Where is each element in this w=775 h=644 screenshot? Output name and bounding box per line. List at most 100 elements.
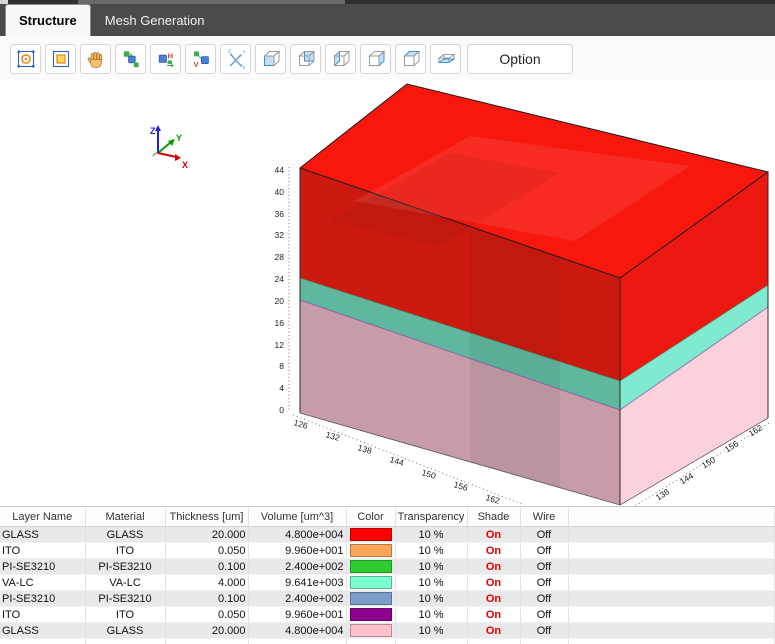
col-header-material[interactable]: Material [85, 507, 165, 527]
z-axis-ticks: 44 40 36 32 28 24 20 16 12 8 4 0 [275, 165, 285, 415]
layer-name-cell: ITO [0, 543, 85, 559]
table-row[interactable]: PI-SE3210 PI-SE3210 0.100 2.400e+002 10 … [0, 559, 775, 575]
table-row[interactable]: VA-LC VA-LC 4.000 9.641e+003 10 % On Off [0, 575, 775, 591]
color-swatch[interactable] [350, 560, 392, 573]
material-cell: GLASS [85, 623, 165, 639]
wire-cell[interactable]: Off [520, 607, 568, 623]
table-row[interactable]: ITO ITO 0.050 9.960e+001 10 % On Off [0, 607, 775, 623]
transparency-cell[interactable]: 10 % [395, 575, 467, 591]
x-axis-label: X [182, 160, 188, 170]
orientation-triad: Z Y X [150, 125, 188, 170]
toolbar: H V Z Y X [0, 36, 775, 81]
table-row[interactable]: GLASS GLASS 20.000 4.800e+004 10 % On Of… [0, 623, 775, 639]
wire-cell[interactable]: Off [520, 527, 568, 543]
option-button[interactable]: Option [467, 44, 573, 74]
fit-view-button[interactable] [10, 44, 41, 74]
transparency-cell[interactable]: 10 % [395, 607, 467, 623]
svg-text:150: 150 [421, 467, 438, 481]
table-row[interactable]: GLASS GLASS 20.000 4.800e+004 10 % On Of… [0, 527, 775, 543]
transparency-cell[interactable]: 10 % [395, 623, 467, 639]
svg-text:40: 40 [275, 187, 285, 197]
layer-name-cell: PI-SE3210 [0, 559, 85, 575]
color-swatch[interactable] [350, 624, 392, 637]
color-cell[interactable] [346, 543, 395, 559]
view-right-cube-button[interactable] [360, 44, 391, 74]
svg-text:28: 28 [275, 252, 285, 262]
color-swatch[interactable] [350, 544, 392, 557]
color-swatch[interactable] [350, 528, 392, 541]
zoom-window-icon [50, 48, 72, 70]
svg-text:138: 138 [654, 486, 672, 502]
pan-button[interactable] [80, 44, 111, 74]
material-cell: GLASS [85, 527, 165, 543]
material-cell: VA-LC [85, 575, 165, 591]
transparency-cell[interactable]: 10 % [395, 591, 467, 607]
color-cell[interactable] [346, 607, 395, 623]
transparency-cell[interactable]: 10 % [395, 559, 467, 575]
table-empty-row [0, 639, 775, 644]
color-cell[interactable] [346, 559, 395, 575]
tab-mesh-generation[interactable]: Mesh Generation [91, 4, 219, 36]
col-header-layer-name[interactable]: Layer Name [0, 507, 85, 527]
material-cell: ITO [85, 607, 165, 623]
volume-cell: 9.641e+003 [248, 575, 346, 591]
color-swatch[interactable] [350, 592, 392, 605]
view-left-cube-icon [330, 48, 352, 70]
color-cell[interactable] [346, 575, 395, 591]
wire-cell[interactable]: Off [520, 559, 568, 575]
svg-text:138: 138 [357, 442, 374, 456]
shade-cell[interactable]: On [467, 527, 520, 543]
zoom-window-button[interactable] [45, 44, 76, 74]
view-top-cube-button[interactable] [395, 44, 426, 74]
col-header-wire[interactable]: Wire [520, 507, 568, 527]
structure-viewport[interactable]: 44 40 36 32 28 24 20 16 12 8 4 0 126 132… [0, 81, 775, 506]
transparency-cell[interactable]: 10 % [395, 527, 467, 543]
shade-cell[interactable]: On [467, 607, 520, 623]
view-left-cube-button[interactable] [325, 44, 356, 74]
wire-cell[interactable]: Off [520, 575, 568, 591]
col-header-color[interactable]: Color [346, 507, 395, 527]
color-cell[interactable] [346, 623, 395, 639]
color-cell[interactable] [346, 527, 395, 543]
table-row[interactable]: PI-SE3210 PI-SE3210 0.100 2.400e+002 10 … [0, 591, 775, 607]
svg-text:0: 0 [279, 405, 284, 415]
rotate-vertical-icon: V [190, 48, 212, 70]
shade-cell[interactable]: On [467, 559, 520, 575]
col-header-transparency[interactable]: Transparency [395, 507, 467, 527]
svg-text:32: 32 [275, 230, 285, 240]
pan-icon [85, 48, 107, 70]
svg-text:4: 4 [279, 383, 284, 393]
rotate-horizontal-icon: H [155, 48, 177, 70]
rotate-horizontal-button[interactable]: H [150, 44, 181, 74]
wire-cell[interactable]: Off [520, 591, 568, 607]
volume-cell: 4.800e+004 [248, 527, 346, 543]
color-swatch[interactable] [350, 576, 392, 589]
tab-structure[interactable]: Structure [5, 4, 91, 36]
axis-view-button[interactable]: Z Y X [220, 44, 251, 74]
y-axis-label: Y [176, 133, 182, 143]
view-front-cube-button[interactable] [255, 44, 286, 74]
table-header-row: Layer Name Material Thickness [um] Volum… [0, 507, 775, 527]
rotate-view-button[interactable] [115, 44, 146, 74]
view-bottom-cube-button[interactable] [430, 44, 461, 74]
shade-cell[interactable]: On [467, 575, 520, 591]
view-back-cube-button[interactable] [290, 44, 321, 74]
z-axis-label: Z [150, 126, 156, 136]
wire-cell[interactable]: Off [520, 543, 568, 559]
svg-text:16: 16 [275, 318, 285, 328]
color-cell[interactable] [346, 591, 395, 607]
shade-cell[interactable]: On [467, 591, 520, 607]
color-swatch[interactable] [350, 608, 392, 621]
rotate-vertical-button[interactable]: V [185, 44, 216, 74]
col-header-thickness[interactable]: Thickness [um] [165, 507, 248, 527]
shade-cell[interactable]: On [467, 543, 520, 559]
col-header-shade[interactable]: Shade [467, 507, 520, 527]
app-window: { "window": { "tabs": [ {"label": "Struc… [0, 0, 775, 643]
layer-name-cell: PI-SE3210 [0, 591, 85, 607]
table-row[interactable]: ITO ITO 0.050 9.960e+001 10 % On Off [0, 543, 775, 559]
shade-cell[interactable]: On [467, 623, 520, 639]
wire-cell[interactable]: Off [520, 623, 568, 639]
svg-text:Z: Z [228, 49, 231, 54]
transparency-cell[interactable]: 10 % [395, 543, 467, 559]
col-header-volume[interactable]: Volume [um^3] [248, 507, 346, 527]
